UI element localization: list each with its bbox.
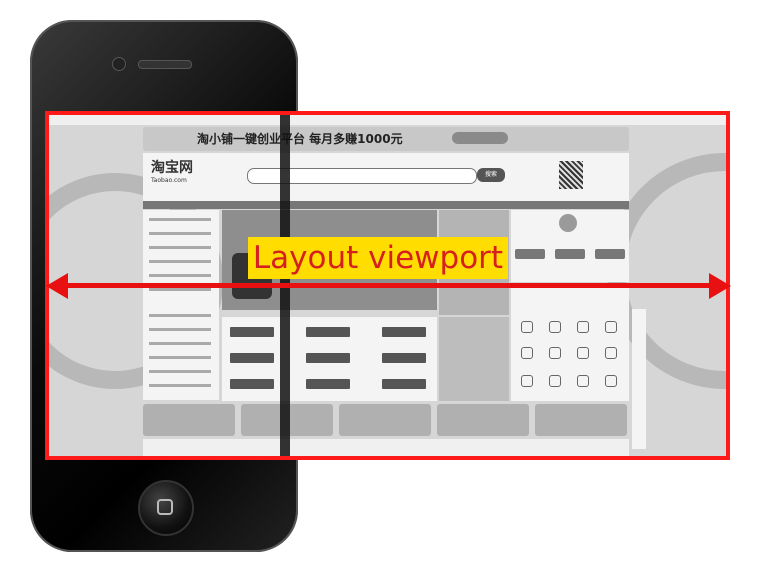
arrow-right-icon xyxy=(709,273,731,299)
home-button-icon[interactable] xyxy=(138,480,194,536)
speaker-icon xyxy=(138,60,192,69)
width-arrow-line xyxy=(62,283,712,288)
layout-viewport-label: Layout viewport xyxy=(252,240,504,276)
arrow-left-icon xyxy=(46,273,68,299)
camera-icon xyxy=(112,57,126,71)
